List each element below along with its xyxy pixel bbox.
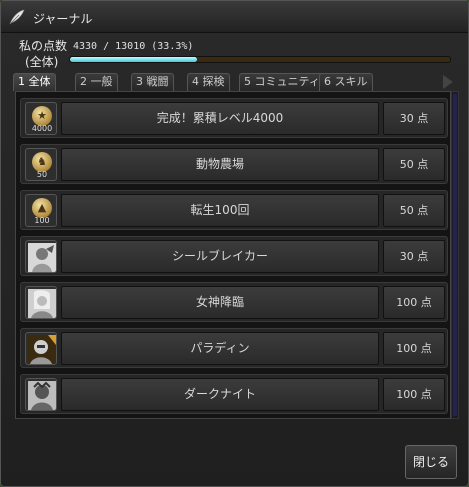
journal-window: ジャーナル 私の点数 (全体) 4330 / 13010 (33.3%) 1 全…	[0, 0, 469, 487]
window-title: ジャーナル	[33, 12, 93, 26]
tab-4[interactable]: 4 探検	[187, 73, 230, 91]
points-panel: 私の点数 (全体) 4330 / 13010 (33.3%)	[11, 37, 460, 71]
achievement-row[interactable]: パラディン 100 点	[20, 328, 448, 368]
achievement-row[interactable]: ♞ 50 動物農場 50 点	[20, 144, 448, 184]
achievement-name: 動物農場	[61, 148, 379, 181]
achievement-badge	[25, 332, 57, 365]
category-tabs: 1 全体 2 一般 3 戦闘 4 探検 5 コミュニティ 6 スキル	[13, 73, 463, 91]
achievement-badge	[25, 378, 57, 411]
points-value: 4330 / 13010 (33.3%)	[73, 41, 194, 52]
points-label: 私の点数	[19, 39, 68, 53]
achievement-row[interactable]: ▲ 100 転生100回 50 点	[20, 190, 448, 230]
achievement-name: 転生100回	[61, 194, 379, 227]
badge-number: 100	[34, 216, 50, 225]
achievement-name: パラディン	[61, 332, 379, 365]
points-progress-bar	[69, 56, 451, 63]
scrollbar-thumb[interactable]	[453, 94, 457, 416]
achievement-name: シールブレイカー	[61, 240, 379, 273]
achievement-row[interactable]: シールブレイカー 30 点	[20, 236, 448, 276]
tab-6[interactable]: 6 スキル	[319, 73, 373, 91]
points-progress-fill	[70, 57, 197, 62]
animal-icon: ♞	[32, 152, 52, 172]
title-bar[interactable]: ジャーナル	[1, 1, 468, 33]
achievement-name: ダークナイト	[61, 378, 379, 411]
achievement-points: 100 点	[383, 332, 445, 365]
tab-2[interactable]: 2 一般	[75, 73, 118, 91]
tab-3[interactable]: 3 戦闘	[131, 73, 174, 91]
paladin-portrait-icon	[28, 335, 56, 364]
achievement-row[interactable]: ダークナイト 100 点	[20, 374, 448, 414]
list-scrollbar[interactable]	[451, 91, 459, 419]
achievement-badge	[25, 286, 57, 319]
badge-number: 4000	[31, 124, 53, 133]
achievement-row[interactable]: ★ 4000 完成！累積レベル4000 30 点	[20, 98, 448, 138]
achievement-name: 完成！累積レベル4000	[61, 102, 379, 135]
achievement-points: 50 点	[383, 148, 445, 181]
achievement-name: 女神降臨	[61, 286, 379, 319]
tab-5[interactable]: 5 コミュニティ	[239, 73, 325, 91]
triangle-icon: ▲	[32, 198, 52, 218]
star-icon: ★	[32, 106, 52, 126]
tab-1[interactable]: 1 全体	[13, 73, 56, 91]
badge-number: 50	[36, 170, 48, 179]
achievement-points: 30 点	[383, 240, 445, 273]
goddess-portrait-icon	[28, 289, 56, 318]
points-scope-label: (全体)	[25, 55, 59, 69]
achievement-points: 50 点	[383, 194, 445, 227]
achievement-points: 100 点	[383, 286, 445, 319]
tabs-scroll-arrow-icon[interactable]	[443, 75, 453, 89]
achievement-list: ★ 4000 完成！累積レベル4000 30 点 ♞ 50 動物農場 50 点 ▲ 100 転生10…	[15, 91, 451, 419]
achievement-badge: ★ 4000	[25, 102, 57, 135]
shieldbreaker-portrait-icon	[28, 243, 56, 272]
achievement-points: 30 点	[383, 102, 445, 135]
darkknight-portrait-icon	[28, 381, 56, 410]
achievement-points: 100 点	[383, 378, 445, 411]
achievement-row[interactable]: 女神降臨 100 点	[20, 282, 448, 322]
feather-icon	[9, 9, 25, 25]
achievement-badge: ▲ 100	[25, 194, 57, 227]
close-button[interactable]: 閉じる	[405, 445, 457, 479]
achievement-badge	[25, 240, 57, 273]
achievement-badge: ♞ 50	[25, 148, 57, 181]
